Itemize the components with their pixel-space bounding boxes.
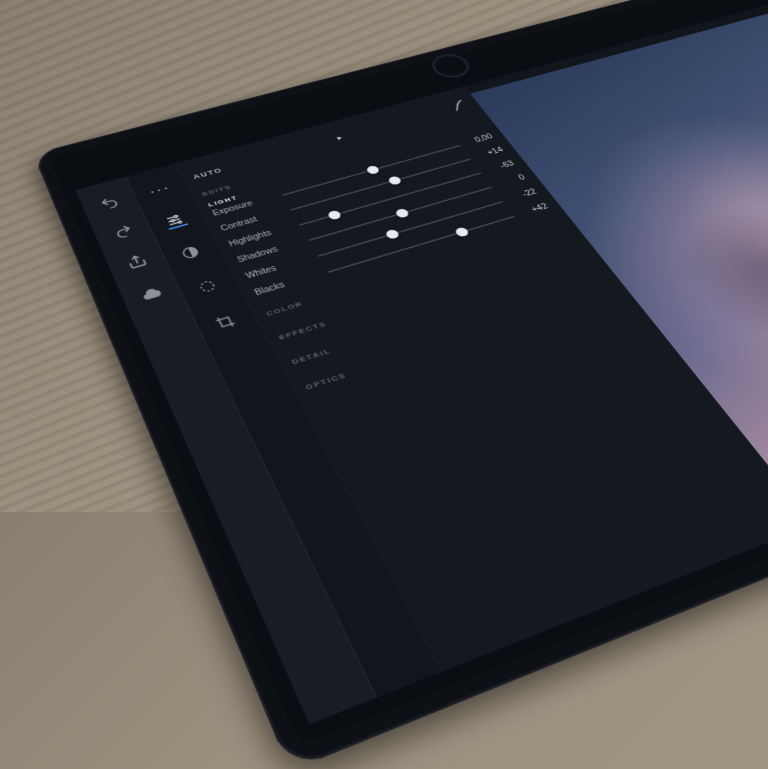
slider-value: -22 bbox=[507, 188, 538, 203]
slider-value: 0 bbox=[496, 174, 527, 188]
slider-knob[interactable] bbox=[453, 226, 470, 237]
app-screen: ··· AUTO bbox=[75, 2, 768, 724]
color-wheel-icon[interactable] bbox=[195, 277, 222, 297]
disclosure-icon[interactable]: ▸ bbox=[335, 134, 344, 142]
main-area: ··· AUTO bbox=[126, 2, 768, 697]
undo-icon[interactable] bbox=[96, 193, 123, 213]
slider-value: +14 bbox=[475, 146, 505, 160]
tablet-device: ··· AUTO bbox=[33, 0, 768, 769]
redo-icon[interactable] bbox=[109, 221, 137, 242]
share-icon[interactable] bbox=[122, 251, 151, 273]
slider-knob[interactable] bbox=[384, 228, 400, 239]
slider-knob[interactable] bbox=[387, 175, 403, 185]
auto-button[interactable]: AUTO bbox=[192, 167, 224, 181]
slider-value: +42 bbox=[519, 203, 551, 218]
contrast-circle-icon[interactable] bbox=[179, 243, 205, 262]
slider-knob[interactable] bbox=[365, 164, 380, 174]
section-detail[interactable]: DETAIL bbox=[290, 263, 597, 366]
slider-knob[interactable] bbox=[326, 209, 342, 220]
adjust-icon[interactable] bbox=[163, 212, 189, 230]
home-button[interactable] bbox=[424, 50, 477, 82]
crop-icon[interactable] bbox=[213, 312, 241, 333]
slider-knob[interactable] bbox=[394, 207, 410, 218]
cloud-icon[interactable] bbox=[136, 282, 166, 305]
slider-value: -63 bbox=[485, 160, 516, 174]
section-optics[interactable]: OPTICS bbox=[304, 285, 615, 391]
tone-curve-icon[interactable] bbox=[448, 99, 470, 113]
more-icon[interactable]: ··· bbox=[147, 182, 173, 199]
